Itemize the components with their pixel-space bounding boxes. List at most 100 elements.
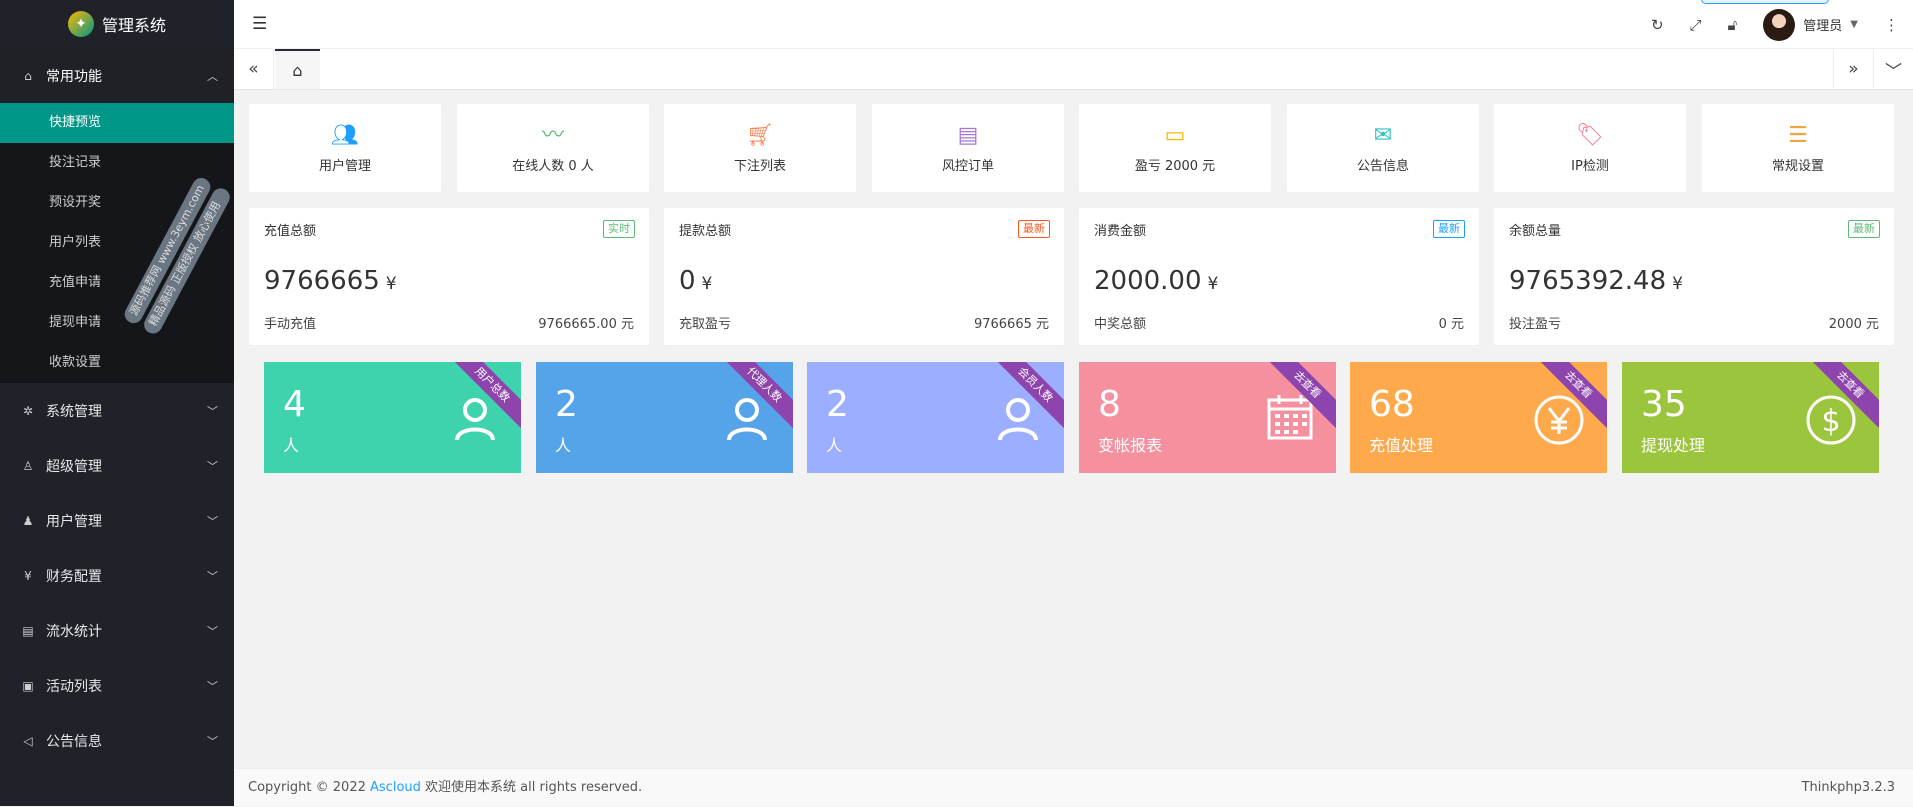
card-number: 8 bbox=[1098, 384, 1121, 425]
shortcut-ip[interactable]: 🏷︎ IP检测 bbox=[1494, 104, 1686, 192]
sidebar-group-label: 流水统计 bbox=[46, 621, 102, 641]
shortcut-notice[interactable]: ✉ 公告信息 bbox=[1287, 104, 1479, 192]
fullscreen-icon[interactable]: ⤢ bbox=[1690, 16, 1702, 34]
stat-recharge-total: 充值总额 实时 9766665¥ 手动充值 9766665.00 元 bbox=[249, 208, 649, 345]
shortcut-users[interactable]: 👥︎ 用户管理 bbox=[249, 104, 441, 192]
card-withdraw-process[interactable]: 35 提现处理 $ 去查看 bbox=[1622, 362, 1879, 473]
card-label: 人 bbox=[826, 432, 842, 456]
sidebar-group-common[interactable]: ⌂ 常用功能 ︿ bbox=[0, 48, 234, 103]
card-member-count[interactable]: 2 人 会员人数 bbox=[807, 362, 1064, 473]
stat-sub-value: 2000 元 bbox=[1829, 313, 1879, 332]
tab-home[interactable]: ⌂ bbox=[275, 49, 320, 89]
chevron-down-icon: ﹀ bbox=[207, 513, 218, 529]
tab-scroll-left-icon[interactable]: « bbox=[234, 49, 274, 89]
card-recharge-process[interactable]: 68 充值处理 去查看 bbox=[1350, 362, 1607, 473]
sidebar-group-label: 常用功能 bbox=[46, 66, 102, 86]
card-number: 2 bbox=[555, 384, 578, 425]
chevron-down-icon: ﹀ bbox=[207, 458, 218, 474]
sidebar-submenu: 快捷预览 投注记录 预设开奖 用户列表 充值申请 提现申请 收款设置 bbox=[0, 103, 234, 383]
sidebar-group-notice[interactable]: ◁ 公告信息 ﹀ bbox=[0, 713, 234, 768]
sidebar-group-label: 财务配置 bbox=[46, 566, 102, 586]
tab-scroll-right-icon[interactable]: » bbox=[1833, 49, 1873, 89]
sidebar-group-super[interactable]: ♙ 超级管理 ﹀ bbox=[0, 438, 234, 493]
yen-icon: ¥ bbox=[20, 569, 36, 583]
sidebar-group-label: 超级管理 bbox=[46, 456, 102, 476]
sidebar-group-users[interactable]: ♟ 用户管理 ﹀ bbox=[0, 493, 234, 548]
card-account-change[interactable]: 8 变帐报表 去查看 bbox=[1079, 362, 1336, 473]
shortcut-profit[interactable]: ▭ 盈亏 2000 元 bbox=[1079, 104, 1271, 192]
sidebar-item-user-list[interactable]: 用户列表 bbox=[0, 223, 234, 263]
shortcut-settings[interactable]: ☰ 常规设置 bbox=[1702, 104, 1894, 192]
stat-title: 充值总额 bbox=[264, 220, 316, 239]
stat-title: 消费金额 bbox=[1094, 220, 1146, 239]
sidebar-item-preset-draw[interactable]: 预设开奖 bbox=[0, 183, 234, 223]
card-agent-count[interactable]: 2 人 代理人数 bbox=[536, 362, 793, 473]
dollar-circle-icon: $ bbox=[1805, 394, 1857, 446]
shortcut-label: 盈亏 2000 元 bbox=[1135, 159, 1215, 174]
shortcut-label: 常规设置 bbox=[1772, 159, 1824, 174]
refresh-icon[interactable]: ↻ bbox=[1651, 16, 1664, 34]
tabs-bar: « ⌂ » ﹀ bbox=[234, 49, 1913, 90]
stat-withdraw-total: 提款总额 最新 0¥ 充取盈亏 9766665 元 bbox=[664, 208, 1064, 345]
sidebar-item-quick-preview[interactable]: 快捷预览 bbox=[0, 103, 234, 143]
chevron-down-icon: ﹀ bbox=[207, 403, 218, 419]
chevron-down-icon: ﹀ bbox=[207, 733, 218, 749]
chevron-up-icon: ︿ bbox=[207, 68, 218, 84]
shortcut-label: 在线人数 0 人 bbox=[512, 159, 594, 174]
tag-icon: 🏷︎ bbox=[1494, 123, 1686, 149]
card-total-users[interactable]: 4 人 用户总数 bbox=[264, 362, 521, 473]
stat-sub-value: 9766665.00 元 bbox=[538, 313, 634, 332]
user-menu[interactable]: 管理员 ▼ bbox=[1763, 9, 1858, 41]
sidebar-group-finance[interactable]: ¥ 财务配置 ﹀ bbox=[0, 548, 234, 603]
sidebar-group-activity[interactable]: ▣ 活动列表 ﹀ bbox=[0, 658, 234, 713]
sidebar-group-flow[interactable]: ▤ 流水统计 ﹀ bbox=[0, 603, 234, 658]
status-badge: 最新 bbox=[1848, 220, 1880, 238]
shortcut-online[interactable]: 〰 在线人数 0 人 bbox=[457, 104, 649, 192]
home-icon: ⌂ bbox=[20, 69, 36, 83]
sidebar-group-label: 系统管理 bbox=[46, 401, 102, 421]
shortcut-label: IP检测 bbox=[1571, 159, 1609, 174]
more-vertical-icon[interactable]: ⋮ bbox=[1884, 16, 1899, 34]
footer-link[interactable]: Ascloud bbox=[370, 780, 421, 795]
chevron-down-icon: ﹀ bbox=[207, 623, 218, 639]
app-logo[interactable]: ✦ 管理系统 bbox=[0, 0, 234, 48]
tab-options-icon[interactable]: ﹀ bbox=[1873, 49, 1913, 89]
lock-icon[interactable]: 🔓︎ bbox=[1728, 16, 1738, 34]
stat-balance-total: 余额总量 最新 9765392.48¥ 投注盈亏 2000 元 bbox=[1494, 208, 1894, 345]
sidebar-item-payment-settings[interactable]: 收款设置 bbox=[0, 343, 234, 383]
menu-toggle-icon[interactable]: ☰ bbox=[252, 14, 267, 34]
sidebar-item-recharge-request[interactable]: 充值申请 bbox=[0, 263, 234, 303]
sidebar-group-label: 用户管理 bbox=[46, 511, 102, 531]
app-title: 管理系统 bbox=[102, 12, 166, 36]
calendar-icon bbox=[1266, 394, 1314, 440]
shortcut-bets[interactable]: 🛒︎ 下注列表 bbox=[664, 104, 856, 192]
person-icon bbox=[723, 394, 771, 442]
chevron-down-icon: ﹀ bbox=[207, 568, 218, 584]
card-label: 人 bbox=[283, 432, 299, 456]
shortcut-risk[interactable]: ▤ 风控订单 bbox=[872, 104, 1064, 192]
caret-down-icon: ▼ bbox=[1850, 19, 1858, 30]
footer-copyright: Copyright © 2022 bbox=[248, 780, 366, 795]
shortcut-label: 风控订单 bbox=[942, 159, 994, 174]
stat-value: 9766665¥ bbox=[264, 266, 397, 296]
status-badge: 实时 bbox=[603, 220, 635, 238]
svg-text:$: $ bbox=[1821, 404, 1840, 439]
clipboard-icon: ▤ bbox=[20, 624, 36, 638]
stat-consumption: 消费金额 最新 2000.00¥ 中奖总额 0 元 bbox=[1079, 208, 1479, 345]
main-content: 👥︎ 用户管理 〰 在线人数 0 人 🛒︎ 下注列表 ▤ 风控订单 ▭ 盈亏 2… bbox=[234, 90, 1913, 768]
stat-sub-label: 充取盈亏 bbox=[679, 313, 731, 332]
sliders-icon: ☰ bbox=[1702, 123, 1894, 149]
stat-sub-label: 投注盈亏 bbox=[1509, 313, 1561, 332]
users-icon: ♟ bbox=[20, 514, 36, 528]
card-number: 4 bbox=[283, 384, 306, 425]
sidebar-group-system[interactable]: ✲ 系统管理 ﹀ bbox=[0, 383, 234, 438]
sidebar-group-label: 公告信息 bbox=[46, 731, 102, 751]
sidebar-item-bet-records[interactable]: 投注记录 bbox=[0, 143, 234, 183]
user-icon: ♙ bbox=[20, 459, 36, 473]
card-label: 提现处理 bbox=[1641, 432, 1705, 456]
status-badge: 最新 bbox=[1433, 220, 1465, 238]
card-number: 2 bbox=[826, 384, 849, 425]
shortcut-label: 公告信息 bbox=[1357, 159, 1409, 174]
sidebar-item-withdraw-request[interactable]: 提现申请 bbox=[0, 303, 234, 343]
card-number: 68 bbox=[1369, 384, 1415, 425]
